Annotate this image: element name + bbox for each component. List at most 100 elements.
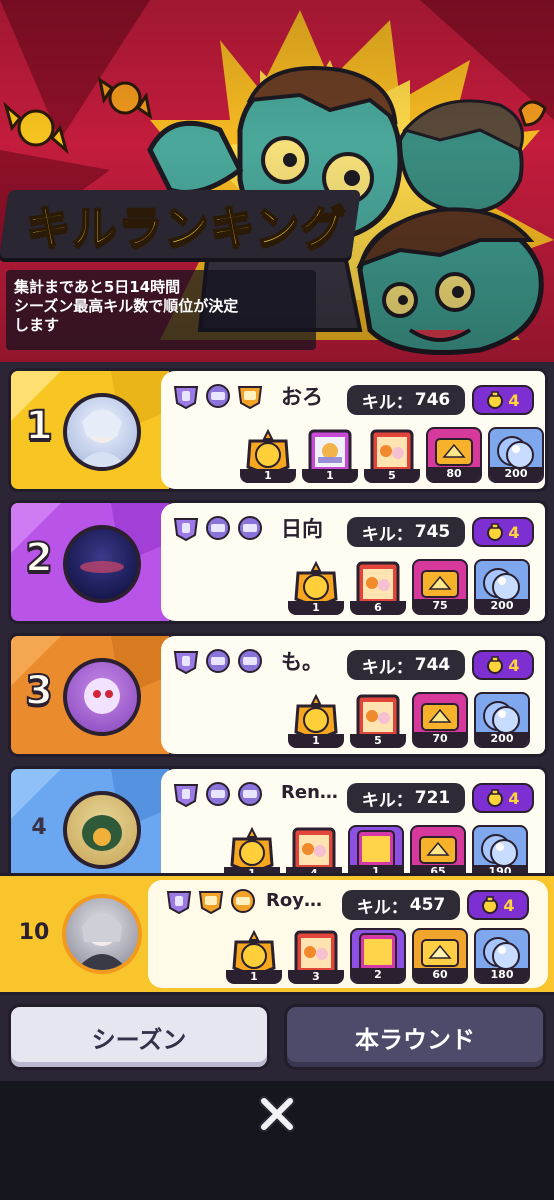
tab-season[interactable]: シーズン bbox=[8, 1004, 270, 1070]
reward-blue-orb[interactable]: 180 bbox=[474, 928, 530, 984]
reward-count: 200 bbox=[476, 732, 528, 746]
kill-ranking-screen: キルランキング 集計まであと5日14時間 シーズン最高キル数で順位が決定 します… bbox=[0, 0, 554, 1200]
reward-card-pack[interactable]: 2 bbox=[350, 928, 406, 984]
player-badges bbox=[164, 888, 258, 914]
kill-count-pill: キル： 746 bbox=[347, 385, 465, 415]
reward-count: 2 bbox=[352, 968, 404, 982]
reward-card-pack[interactable]: 5 bbox=[350, 692, 406, 748]
reward-trophy-frame[interactable]: 1 bbox=[288, 692, 344, 748]
reward-blue-orb[interactable]: 200 bbox=[474, 559, 530, 615]
kill-label: キル： bbox=[361, 524, 413, 545]
badge-silver-icon bbox=[238, 782, 262, 806]
kill-label: キル： bbox=[361, 790, 413, 811]
reward-card-pack[interactable]: 1 bbox=[302, 427, 358, 483]
close-icon[interactable] bbox=[256, 1093, 298, 1135]
player-name: Roy… bbox=[266, 890, 322, 911]
reward-count: 3 bbox=[288, 970, 344, 984]
reward-multiplier: 4 bbox=[472, 650, 534, 680]
rank-number: 2 bbox=[24, 534, 54, 582]
reward-count: 1 bbox=[226, 970, 282, 984]
reward-count: 180 bbox=[476, 968, 528, 982]
tab-this-round[interactable]: 本ラウンド bbox=[284, 1004, 546, 1070]
reward-count: 75 bbox=[414, 599, 466, 613]
reward-card-pack[interactable]: 5 bbox=[364, 427, 420, 483]
reward-multiplier: 4 bbox=[472, 517, 534, 547]
reward-list: 1 3 2 60 180 bbox=[226, 928, 530, 986]
reward-count: 200 bbox=[490, 467, 542, 481]
reward-multiplier: 4 bbox=[467, 890, 529, 920]
reward-count: 1 bbox=[288, 601, 344, 615]
multiplier-value: 4 bbox=[508, 522, 520, 542]
badge-silver-icon bbox=[166, 891, 192, 914]
reward-list: 1 6 75 200 bbox=[288, 559, 530, 617]
multiplier-value: 4 bbox=[508, 390, 520, 410]
reward-card-pack[interactable]: 3 bbox=[288, 928, 344, 984]
player-badges bbox=[171, 383, 265, 409]
ranking-info-box: 集計まであと5日14時間 シーズン最高キル数で順位が決定 します bbox=[6, 270, 316, 350]
kill-count: 745 bbox=[414, 522, 451, 542]
badge-silver-icon bbox=[206, 384, 230, 408]
reward-multiplier: 4 bbox=[472, 783, 534, 813]
reward-trophy-frame[interactable]: 1 bbox=[226, 928, 282, 984]
reward-blue-orb[interactable]: 200 bbox=[488, 427, 544, 483]
rank-number: 1 bbox=[24, 402, 54, 450]
reward-count: 5 bbox=[350, 734, 406, 748]
reward-gold-ticket[interactable]: 70 bbox=[412, 692, 468, 748]
badge-gold-icon bbox=[231, 889, 255, 913]
kill-count-pill: キル： 744 bbox=[347, 650, 465, 680]
reward-count: 1 bbox=[240, 469, 296, 483]
badge-silver-icon bbox=[173, 784, 199, 807]
ranking-row-3[interactable]: 3 も。 キル： 744 4 1 5 70 200 bbox=[8, 633, 548, 757]
player-name: も。 bbox=[281, 650, 323, 674]
ranking-row-4[interactable]: 4 Ren… キル： 721 4 1 65 190 bbox=[8, 766, 548, 890]
kill-count: 457 bbox=[409, 895, 446, 915]
reward-gold-ticket[interactable]: 60 bbox=[412, 928, 468, 984]
ranking-row-2[interactable]: 2 日向 キル： 745 4 1 6 75 200 bbox=[8, 500, 548, 624]
kill-count-pill: キル： 721 bbox=[347, 783, 465, 813]
coin-bag-icon bbox=[482, 896, 499, 914]
kill-count-pill: キル： 745 bbox=[347, 517, 465, 547]
kill-count: 746 bbox=[414, 390, 451, 410]
coin-bag-icon bbox=[487, 656, 504, 674]
badge-silver-icon bbox=[238, 516, 262, 540]
badge-silver-icon bbox=[238, 649, 262, 673]
page-title: キルランキング bbox=[25, 200, 347, 255]
kill-count-pill: キル： 457 bbox=[342, 890, 460, 920]
reward-count: 6 bbox=[350, 601, 406, 615]
player-badges bbox=[171, 515, 265, 541]
rank-number: 4 bbox=[31, 815, 47, 840]
reward-blue-orb[interactable]: 200 bbox=[474, 692, 530, 748]
avatar[interactable] bbox=[63, 658, 141, 736]
my-ranking-row[interactable]: 10 Roy… キル： 457 4 1 3 2 60 180 bbox=[0, 873, 554, 995]
countdown-text: 集計まであと5日14時間 bbox=[14, 278, 181, 296]
kill-label: キル： bbox=[356, 897, 408, 918]
reward-count: 5 bbox=[364, 469, 420, 483]
ranking-row-1[interactable]: 1 おろ キル： 746 4 1 1 5 80 200 bbox=[8, 368, 548, 492]
player-badges bbox=[171, 648, 265, 674]
badge-silver-icon bbox=[206, 782, 230, 806]
coin-bag-icon bbox=[487, 523, 504, 541]
reward-list: 1 1 5 80 200 bbox=[240, 427, 544, 485]
badge-gold-icon bbox=[237, 386, 263, 409]
avatar[interactable] bbox=[63, 525, 141, 603]
player-badges bbox=[171, 781, 265, 807]
avatar[interactable] bbox=[63, 393, 141, 471]
player-name: Ren… bbox=[281, 782, 338, 803]
reward-card-pack[interactable]: 6 bbox=[350, 559, 406, 615]
reward-gold-ticket[interactable]: 80 bbox=[426, 427, 482, 483]
badge-silver-icon bbox=[173, 386, 199, 409]
rank-number: 10 bbox=[18, 920, 50, 945]
avatar[interactable] bbox=[63, 791, 141, 869]
reward-gold-ticket[interactable]: 75 bbox=[412, 559, 468, 615]
ranking-tabs: シーズン 本ラウンド bbox=[0, 995, 554, 1081]
reward-trophy-frame[interactable]: 1 bbox=[288, 559, 344, 615]
avatar[interactable] bbox=[62, 894, 142, 974]
player-name: おろ bbox=[281, 385, 323, 409]
reward-trophy-frame[interactable]: 1 bbox=[240, 427, 296, 483]
reward-count: 80 bbox=[428, 467, 480, 481]
reward-count: 1 bbox=[302, 469, 358, 483]
reward-multiplier: 4 bbox=[472, 385, 534, 415]
badge-gold-icon bbox=[198, 891, 224, 914]
reward-count: 60 bbox=[414, 968, 466, 982]
badge-silver-icon bbox=[206, 516, 230, 540]
